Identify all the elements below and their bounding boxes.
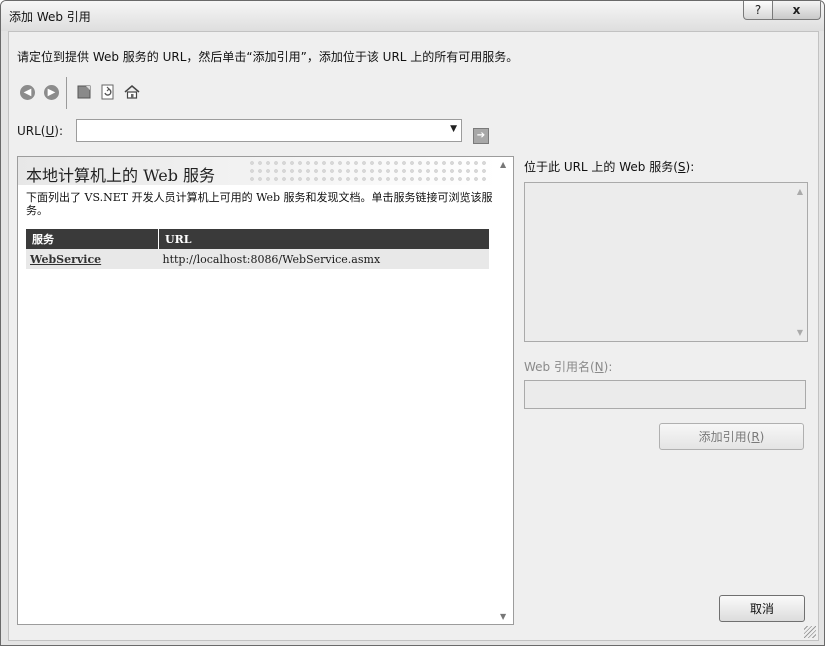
services-listbox[interactable]: ▲ ▼: [524, 182, 808, 342]
refresh-icon[interactable]: [100, 84, 116, 100]
toolbar-separator: [66, 77, 67, 109]
column-header-url: URL: [158, 229, 489, 249]
go-arrow-icon[interactable]: ➔: [473, 128, 489, 144]
resize-grip-icon[interactable]: [804, 626, 816, 638]
ref-name-label: Web 引用名(N):: [524, 360, 613, 374]
forward-arrow-icon[interactable]: ▶: [44, 85, 59, 100]
add-web-reference-dialog: 添加 Web 引用 ? x 请定位到提供 Web 服务的 URL，然后单击“添加…: [0, 0, 825, 646]
chevron-down-icon[interactable]: ▼: [450, 124, 457, 134]
stop-icon[interactable]: [76, 84, 92, 100]
panel-banner: 本地计算机上的 Web 服务: [18, 157, 498, 185]
instruction-text: 请定位到提供 Web 服务的 URL，然后单击“添加引用”，添加位于该 URL …: [17, 50, 519, 64]
services-list-label: 位于此 URL 上的 Web 服务(S):: [524, 160, 695, 174]
cancel-button[interactable]: 取消: [719, 595, 805, 622]
title-bar[interactable]: 添加 Web 引用 ? x: [1, 1, 824, 31]
service-link[interactable]: WebService: [30, 253, 101, 266]
table-row: WebService http://localhost:8086/WebServ…: [26, 249, 489, 269]
url-label: URL(U):: [17, 124, 64, 138]
panel-title: 本地计算机上的 Web 服务: [26, 166, 216, 185]
scroll-down-icon[interactable]: ▼: [797, 328, 803, 337]
column-header-service: 服务: [26, 229, 159, 249]
help-button[interactable]: ?: [743, 1, 773, 20]
service-url-cell: http://localhost:8086/WebService.asmx: [158, 249, 489, 269]
window-title: 添加 Web 引用: [9, 10, 91, 24]
dialog-client-area: 请定位到提供 Web 服务的 URL，然后单击“添加引用”，添加位于该 URL …: [8, 31, 819, 641]
home-icon[interactable]: [124, 84, 140, 100]
scroll-down-icon[interactable]: ▼: [500, 612, 506, 621]
panel-description: 下面列出了 VS.NET 开发人员计算机上可用的 Web 服务和发现文档。单击服…: [26, 191, 493, 217]
add-reference-button[interactable]: 添加引用(R): [659, 423, 804, 450]
close-button[interactable]: x: [772, 1, 821, 20]
close-icon: x: [792, 3, 801, 17]
table-header-row: 服务 URL: [26, 229, 489, 249]
scroll-up-icon[interactable]: ▲: [500, 160, 506, 169]
help-icon: ?: [754, 3, 762, 17]
url-combobox[interactable]: ▼: [76, 119, 462, 142]
scroll-up-icon[interactable]: ▲: [797, 187, 803, 196]
vertical-scrollbar[interactable]: ▲ ▼: [496, 157, 513, 624]
back-arrow-icon[interactable]: ◀: [20, 85, 35, 100]
ref-name-input[interactable]: [524, 380, 806, 409]
browser-panel: 本地计算机上的 Web 服务 下面列出了 VS.NET 开发人员计算机上可用的 …: [17, 156, 514, 625]
services-table: 服务 URL WebService http://localhost:8086/…: [26, 229, 489, 269]
banner-decoration: [248, 159, 488, 183]
